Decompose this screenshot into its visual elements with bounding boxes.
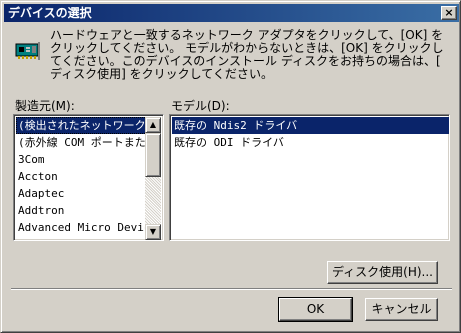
scroll-down-button[interactable]: ▼ [145,224,161,240]
cancel-button[interactable]: キャンセル [365,298,438,321]
network-adapter-icon [15,42,40,60]
divider [11,288,452,290]
close-button[interactable]: × [441,6,457,20]
manufacturer-item[interactable]: (検出されたネットワーク [16,117,147,134]
scroll-up-button[interactable]: ▲ [145,117,161,133]
arrow-up-icon: ▲ [149,120,157,129]
title-bar[interactable]: デバイスの選択 × [4,4,459,22]
device-select-dialog: デバイスの選択 × ハードウェアと一致するネットワーク アダプタをクリックして、… [0,0,461,333]
manufacturer-items: (検出されたネットワーク (赤外線 COM ポートまた 3Com Accton … [16,117,147,236]
arrow-down-icon: ▼ [149,227,157,236]
manufacturer-list[interactable]: (検出されたネットワーク (赤外線 COM ポートまた 3Com Accton … [13,114,164,241]
model-item[interactable]: 既存の ODI ドライバ [172,134,449,151]
manufacturer-item[interactable]: Adaptec [16,185,147,202]
close-icon: × [444,6,454,19]
ok-button[interactable]: OK [278,297,353,322]
model-items: 既存の Ndis2 ドライバ 既存の ODI ドライバ [172,117,449,151]
manufacturer-item[interactable]: 3Com [16,151,147,168]
manufacturer-item[interactable]: (赤外線 COM ポートまた [16,134,147,151]
model-label: モデル(D): [171,99,230,113]
instruction-text: ハードウェアと一致するネットワーク アダプタをクリックして、[OK] を クリッ… [50,28,444,81]
model-item[interactable]: 既存の Ndis2 ドライバ [172,117,449,134]
manufacturer-label: 製造元(M): [15,99,75,113]
window-title: デバイスの選択 [8,6,92,20]
manufacturer-item[interactable]: Addtron [16,202,147,219]
scroll-thumb[interactable] [145,133,161,177]
have-disk-button[interactable]: ディスク使用(H)... [327,261,438,284]
manufacturer-scrollbar[interactable]: ▲ ▼ [145,117,161,240]
model-list[interactable]: 既存の Ndis2 ドライバ 既存の ODI ドライバ [169,114,450,241]
manufacturer-item[interactable]: Accton [16,168,147,185]
manufacturer-item[interactable]: Advanced Micro Device [16,219,147,236]
